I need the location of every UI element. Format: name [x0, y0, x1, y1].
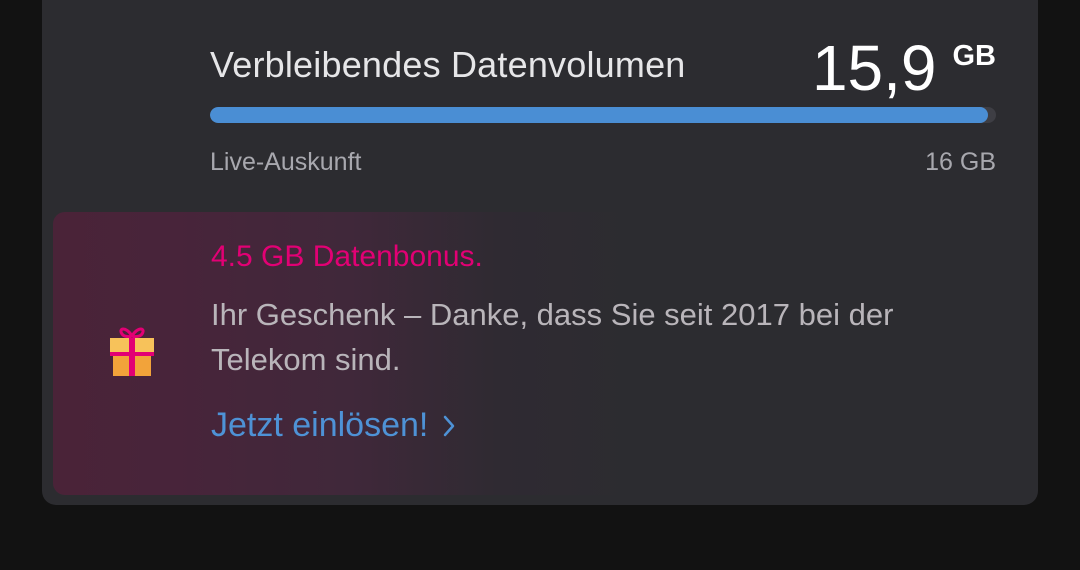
- remaining-volume-value: 15,9 GB: [812, 30, 996, 106]
- live-info-label: Live-Auskunft: [210, 148, 362, 176]
- data-volume-progress-bar: [210, 107, 996, 123]
- total-volume-label: 16 GB: [925, 148, 996, 176]
- remaining-volume-unit: GB: [952, 40, 997, 72]
- bonus-title: 4.5 GB Datenbonus.: [211, 240, 483, 273]
- redeem-now-link[interactable]: Jetzt einlösen!: [211, 406, 456, 445]
- chevron-right-icon: [444, 415, 455, 436]
- gift-icon: [110, 327, 154, 376]
- remaining-volume-number: 15,9: [811, 32, 937, 104]
- data-volume-label: Verbleibendes Datenvolumen: [210, 44, 686, 85]
- data-volume-progress-fill: [210, 107, 989, 123]
- bonus-description: Ihr Geschenk – Danke, dass Sie seit 2017…: [211, 297, 894, 377]
- redeem-now-label: Jetzt einlösen!: [211, 406, 429, 444]
